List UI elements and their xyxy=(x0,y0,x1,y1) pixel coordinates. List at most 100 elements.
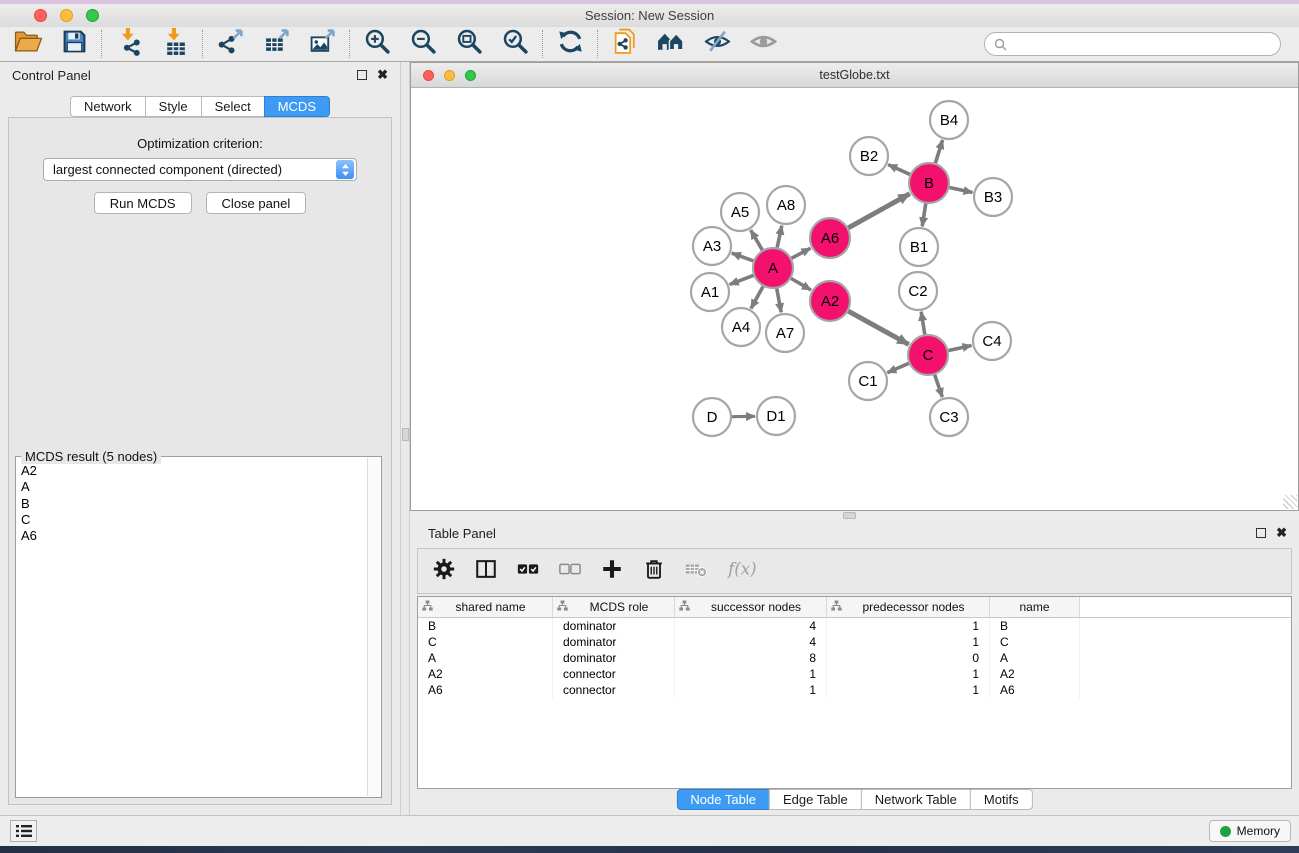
graph-edge-A-A6[interactable] xyxy=(791,248,811,259)
graph-node-A5[interactable]: A5 xyxy=(721,193,759,231)
table-tab-node-table[interactable]: Node Table xyxy=(676,789,770,810)
column-header-predecessor-nodes[interactable]: predecessor nodes xyxy=(827,597,990,617)
export-network-button[interactable] xyxy=(212,29,248,59)
graph-edge-A-A2[interactable] xyxy=(790,278,811,290)
column-header-shared-name[interactable]: shared name xyxy=(418,597,553,617)
graph-edge-C-C2[interactable] xyxy=(921,312,925,336)
vertical-divider-handle[interactable] xyxy=(402,428,409,441)
control-panel-tab-style[interactable]: Style xyxy=(145,96,202,117)
graph-edge-A-A1[interactable] xyxy=(730,275,755,284)
graph-edge-B-B3[interactable] xyxy=(949,187,973,192)
delete-columns-button[interactable] xyxy=(642,557,666,586)
table-row[interactable]: A6connector11A6 xyxy=(418,682,1291,698)
export-image-button[interactable] xyxy=(304,29,340,59)
graph-edge-A-A5[interactable] xyxy=(751,230,763,251)
table-tab-edge-table[interactable]: Edge Table xyxy=(769,789,862,810)
control-panel-tab-network[interactable]: Network xyxy=(70,96,146,117)
graph-node-A1[interactable]: A1 xyxy=(691,273,729,311)
horizontal-split-divider[interactable] xyxy=(410,511,1299,520)
table-tab-motifs[interactable]: Motifs xyxy=(970,789,1033,810)
run-mcds-button[interactable]: Run MCDS xyxy=(94,192,192,214)
vertical-split-divider[interactable] xyxy=(400,62,410,815)
control-panel-tab-select[interactable]: Select xyxy=(201,96,265,117)
select-all-rows-button[interactable] xyxy=(516,557,540,586)
control-panel-tab-mcds[interactable]: MCDS xyxy=(264,96,330,117)
graph-edge-A2-C[interactable] xyxy=(848,311,909,345)
mcds-result-item[interactable]: C xyxy=(21,512,379,528)
save-session-button[interactable] xyxy=(56,29,92,59)
graph-edge-C-C1[interactable] xyxy=(887,363,909,373)
graph-node-A2[interactable]: A2 xyxy=(810,281,850,321)
first-neighbors-button[interactable] xyxy=(653,29,689,59)
show-all-button[interactable] xyxy=(745,29,781,59)
mcds-result-scrollbar[interactable] xyxy=(367,458,380,796)
graph-edge-B-B2[interactable] xyxy=(888,165,911,175)
graph-node-A[interactable]: A xyxy=(753,248,793,288)
zoom-in-button[interactable] xyxy=(359,29,395,59)
zoom-selected-region-button[interactable] xyxy=(497,29,533,59)
task-history-button[interactable] xyxy=(10,820,37,842)
network-canvas[interactable]: A A1 A2 A3 A4 A5 A6 A7 A8 B B1 B2 B3 B4 C C1 C2 C3C4 D D1 xyxy=(411,88,1298,510)
graph-edge-C-C3[interactable] xyxy=(934,374,942,397)
search-input[interactable] xyxy=(1013,37,1271,51)
graph-node-A6[interactable]: A6 xyxy=(810,218,850,258)
resize-grip-icon[interactable] xyxy=(1283,495,1297,509)
column-header-mcds-role[interactable]: MCDS role xyxy=(553,597,675,617)
graph-node-A7[interactable]: A7 xyxy=(766,314,804,352)
graph-node-D1[interactable]: D1 xyxy=(757,397,795,435)
graph-node-B[interactable]: B xyxy=(909,163,949,203)
float-table-panel-icon[interactable] xyxy=(1256,528,1266,538)
graph-edge-A6-B[interactable] xyxy=(848,194,910,229)
graph-node-C3[interactable]: C3 xyxy=(930,398,968,436)
float-panel-icon[interactable] xyxy=(357,70,367,80)
export-table-button[interactable] xyxy=(258,29,294,59)
close-table-panel-icon[interactable]: ✖ xyxy=(1276,528,1287,538)
graph-node-C[interactable]: C xyxy=(908,335,948,375)
table-tab-network-table[interactable]: Network Table xyxy=(861,789,971,810)
table-row[interactable]: Cdominator41C xyxy=(418,634,1291,650)
mcds-result-item[interactable]: A6 xyxy=(21,528,379,544)
memory-button[interactable]: Memory xyxy=(1209,820,1291,842)
graph-edge-A-A4[interactable] xyxy=(751,286,764,309)
split-table-button[interactable] xyxy=(474,557,498,586)
graph-edge-A-A3[interactable] xyxy=(732,253,754,261)
table-options-button[interactable] xyxy=(432,557,456,586)
mcds-result-item[interactable]: A2 xyxy=(21,463,379,479)
refresh-network-view-button[interactable] xyxy=(552,29,588,59)
zoom-out-button[interactable] xyxy=(405,29,441,59)
graph-node-A3[interactable]: A3 xyxy=(693,227,731,265)
table-row[interactable]: A2connector11A2 xyxy=(418,666,1291,682)
import-table-from-file-button[interactable] xyxy=(157,29,193,59)
search-box[interactable] xyxy=(984,32,1281,56)
mcds-result-item[interactable]: B xyxy=(21,496,379,512)
add-column-button[interactable] xyxy=(600,557,624,586)
graph-edge-C-C4[interactable] xyxy=(948,346,972,351)
mcds-result-item[interactable]: A xyxy=(21,479,379,495)
graph-node-B3[interactable]: B3 xyxy=(974,178,1012,216)
hide-selected-button[interactable] xyxy=(699,29,735,59)
graph-node-C4[interactable]: C4 xyxy=(973,322,1011,360)
graph-edge-B-B4[interactable] xyxy=(935,140,943,164)
import-network-from-file-button[interactable] xyxy=(111,29,147,59)
deselect-all-rows-button[interactable] xyxy=(558,557,582,586)
close-panel-icon[interactable]: ✖ xyxy=(377,70,388,80)
open-file-button[interactable] xyxy=(10,29,46,59)
graph-edge-A-A8[interactable] xyxy=(777,226,782,249)
graph-node-D[interactable]: D xyxy=(693,398,731,436)
criterion-dropdown[interactable]: largest connected component (directed) xyxy=(43,158,357,181)
close-panel-button[interactable]: Close panel xyxy=(206,192,307,214)
graph-edge-B-B1[interactable] xyxy=(922,203,926,227)
graph-node-B1[interactable]: B1 xyxy=(900,228,938,266)
horizontal-divider-handle[interactable] xyxy=(843,512,856,519)
new-network-from-selection-button[interactable] xyxy=(607,29,643,59)
graph-node-C1[interactable]: C1 xyxy=(849,362,887,400)
column-header-name[interactable]: name xyxy=(990,597,1080,617)
graph-node-A4[interactable]: A4 xyxy=(722,308,760,346)
table-row[interactable]: Adominator80A xyxy=(418,650,1291,666)
graph-node-A8[interactable]: A8 xyxy=(767,186,805,224)
graph-node-C2[interactable]: C2 xyxy=(899,272,937,310)
graph-node-B2[interactable]: B2 xyxy=(850,137,888,175)
zoom-fit-content-button[interactable] xyxy=(451,29,487,59)
table-row[interactable]: Bdominator41B xyxy=(418,618,1291,634)
graph-node-B4[interactable]: B4 xyxy=(930,101,968,139)
